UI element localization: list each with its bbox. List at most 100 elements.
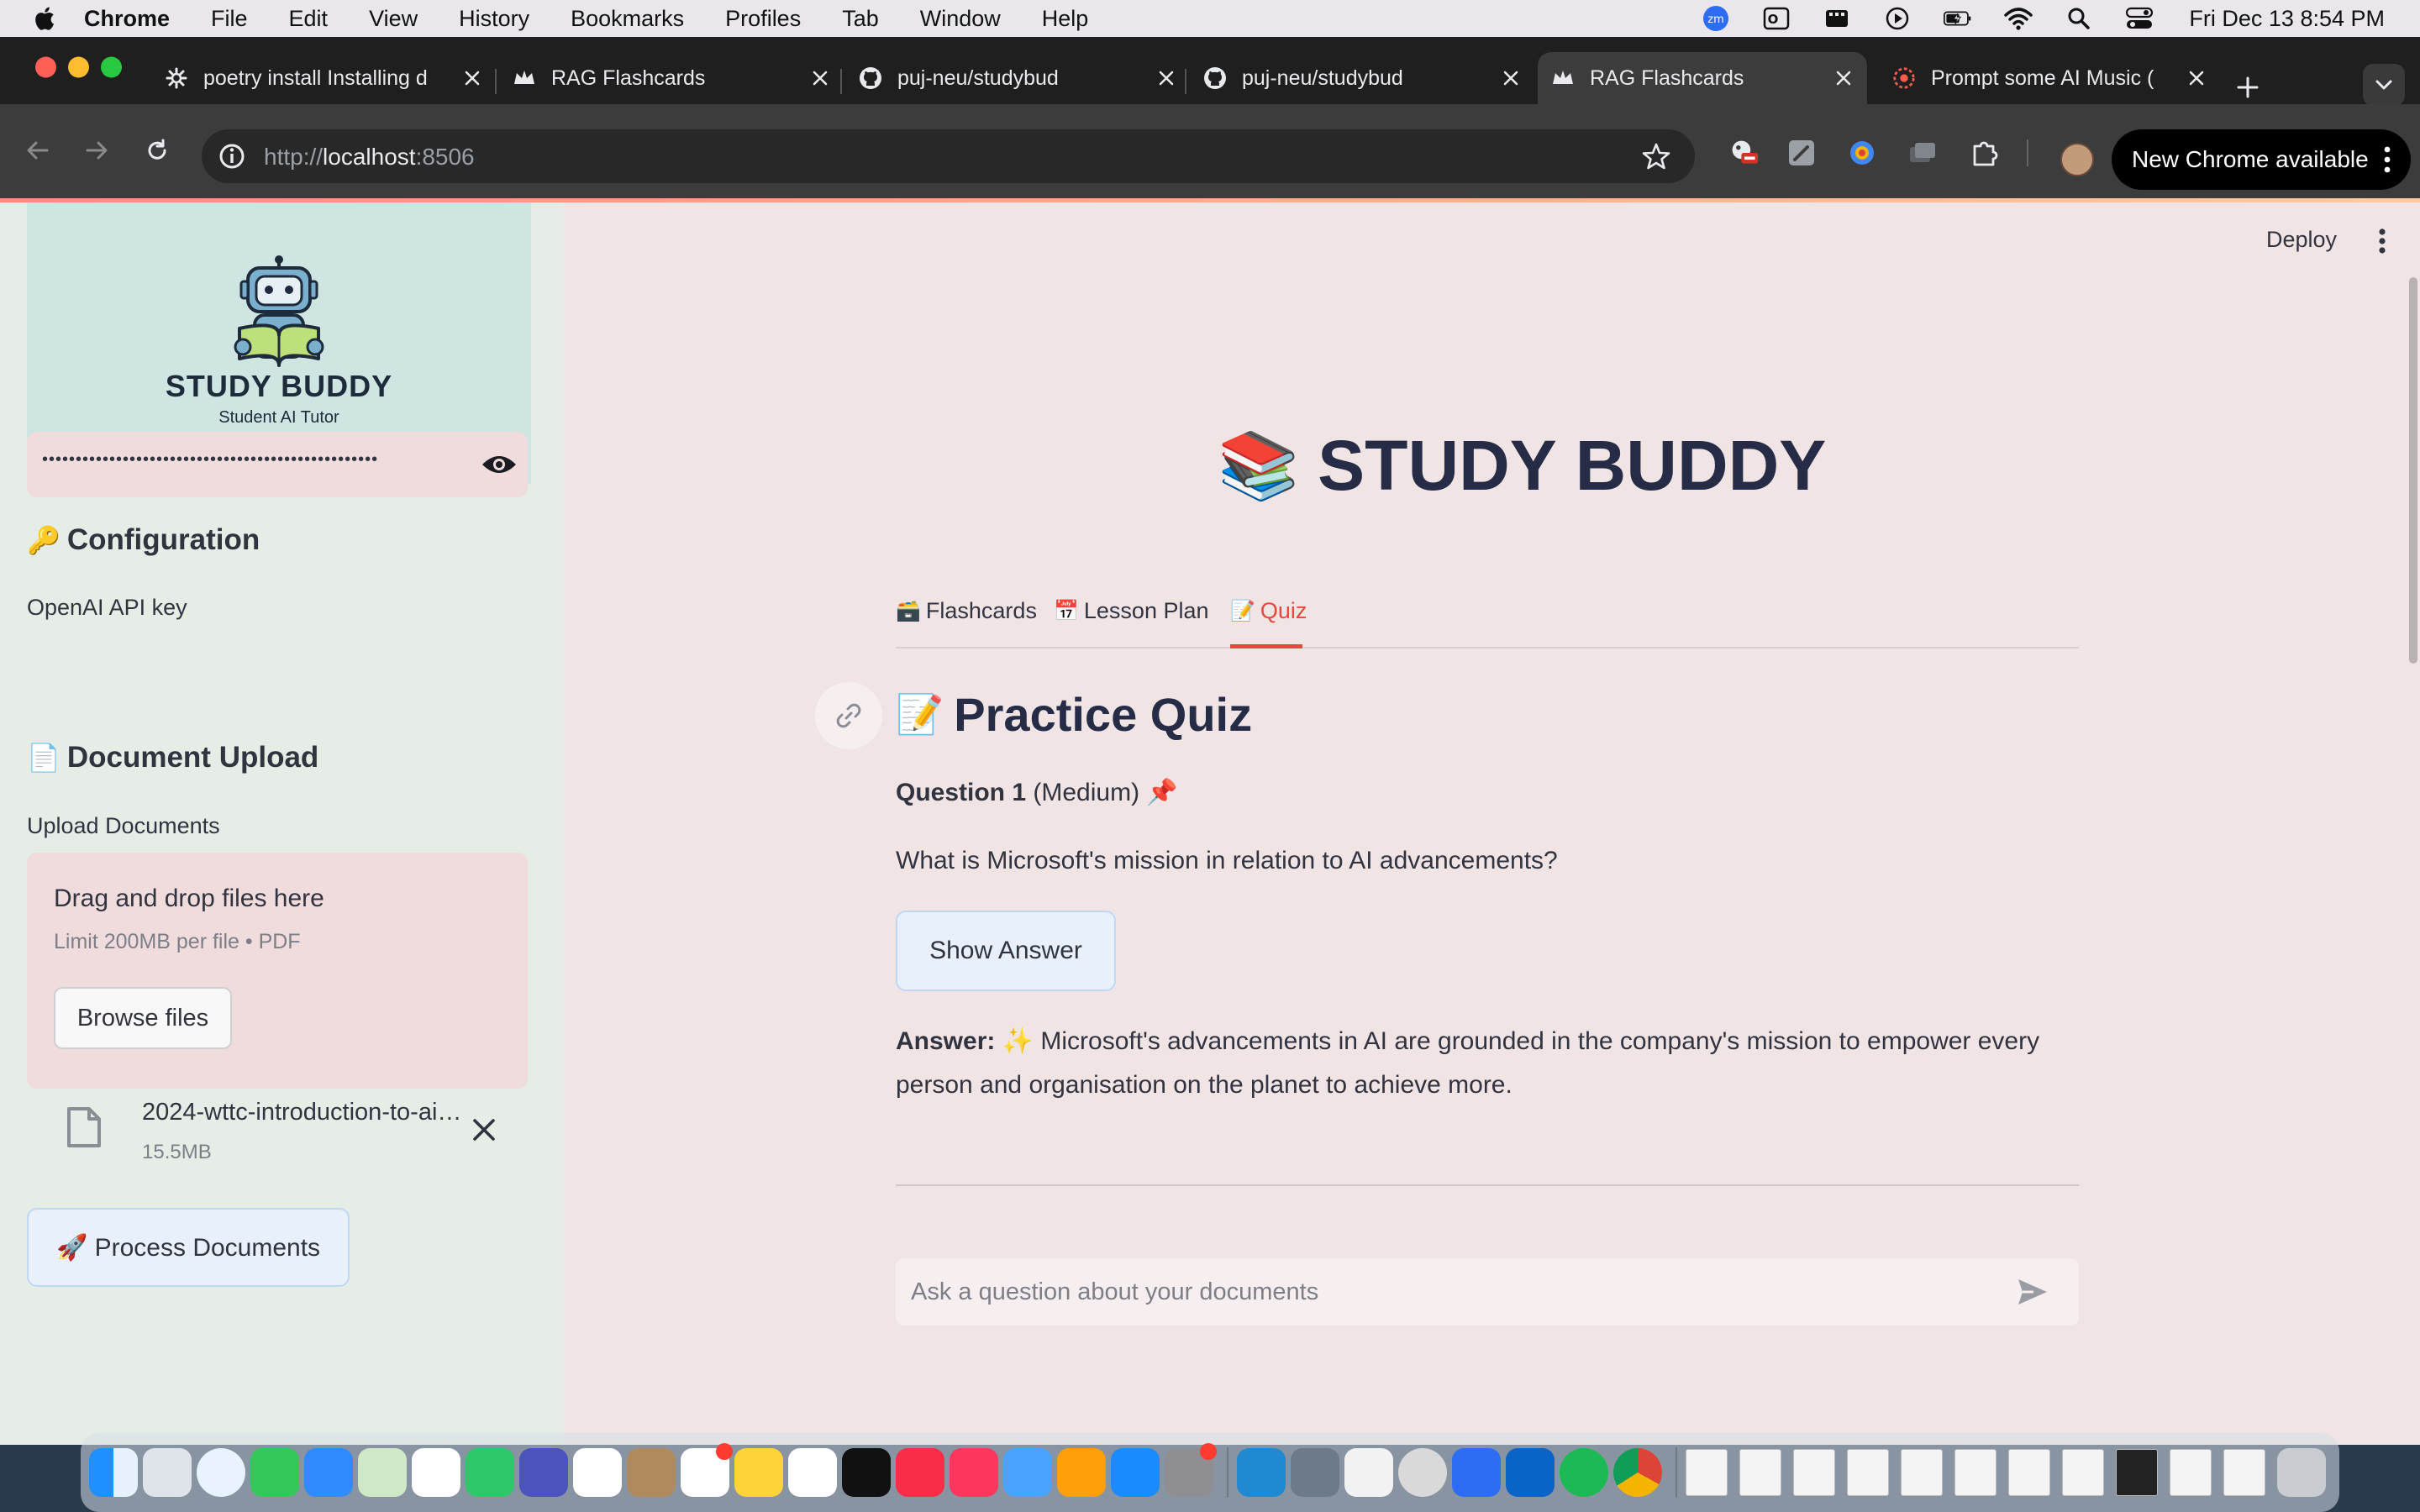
page-scrollbar[interactable] (2409, 277, 2417, 664)
extension-blocker-icon[interactable] (1729, 138, 1760, 168)
vscode-icon[interactable] (1237, 1448, 1286, 1497)
tab-lesson-plan[interactable]: 📅 Lesson Plan (1054, 598, 1209, 624)
menu-history[interactable]: History (459, 6, 529, 32)
close-tab-icon[interactable] (1155, 66, 1178, 90)
menu-app-name[interactable]: Chrome (84, 6, 170, 32)
extension-cards-icon[interactable] (1907, 138, 1938, 168)
dock-document-thumbnail[interactable] (1847, 1449, 1889, 1496)
trash-icon[interactable] (2277, 1448, 2326, 1497)
new-chrome-available-button[interactable]: New Chrome available (2112, 129, 2411, 190)
outlook-app-icon[interactable] (1506, 1448, 1555, 1497)
teams-icon[interactable] (519, 1448, 568, 1497)
battery-icon[interactable] (1944, 6, 1972, 31)
spotlight-search-icon[interactable] (2065, 6, 2093, 31)
contacts-icon[interactable] (627, 1448, 676, 1497)
window-close-button[interactable] (35, 56, 56, 78)
photos-icon[interactable] (412, 1448, 460, 1497)
finder-icon[interactable] (89, 1448, 138, 1497)
window-minimize-button[interactable] (68, 56, 89, 78)
browser-tab-rag-flashcards[interactable]: RAG Flashcards (513, 52, 832, 104)
quicktime-icon[interactable] (1398, 1448, 1447, 1497)
wifi-icon[interactable] (2004, 6, 2033, 31)
menubar-clock[interactable]: Fri Dec 13 8:54 PM (2189, 6, 2385, 32)
textedit-icon[interactable] (1344, 1448, 1393, 1497)
file-dropzone[interactable]: Drag and drop files here Limit 200MB per… (27, 853, 528, 1089)
close-tab-icon[interactable] (1499, 66, 1523, 90)
remove-file-icon[interactable] (470, 1116, 498, 1144)
bookmark-star-icon[interactable] (1641, 141, 1671, 171)
browser-tab-rag-flashcards-active[interactable]: RAG Flashcards (1538, 52, 1867, 104)
send-icon[interactable] (2017, 1277, 2049, 1307)
browser-tab-github-2[interactable]: puj-neu/studybud (1203, 52, 1523, 104)
control-center-icon[interactable] (2125, 6, 2154, 31)
keynote-icon[interactable] (1003, 1448, 1052, 1497)
dock-document-thumbnail[interactable] (1686, 1449, 1728, 1496)
site-info-icon[interactable] (217, 141, 247, 171)
browser-tab-github-1[interactable]: puj-neu/studybud (859, 52, 1178, 104)
dock-document-thumbnail[interactable] (2062, 1449, 2104, 1496)
dock-document-thumbnail[interactable] (2223, 1449, 2265, 1496)
app-store-icon[interactable] (1111, 1448, 1160, 1497)
window-zoom-button[interactable] (101, 56, 122, 78)
extension-pencil-icon[interactable] (1786, 138, 1817, 168)
news-icon[interactable] (950, 1448, 998, 1497)
extension-color-icon[interactable] (1847, 138, 1877, 168)
eye-icon[interactable] (481, 450, 518, 479)
forward-button[interactable] (76, 129, 118, 171)
outlook-status-icon[interactable]: O (1762, 6, 1791, 31)
dock-document-thumbnail[interactable] (1954, 1449, 1996, 1496)
apple-icon[interactable] (32, 5, 55, 32)
back-button[interactable] (17, 129, 59, 171)
close-tab-icon[interactable] (460, 66, 484, 90)
messages-icon[interactable] (250, 1448, 299, 1497)
menu-help[interactable]: Help (1042, 6, 1089, 32)
browser-tab-poetry[interactable]: poetry install Installing d (165, 52, 484, 104)
menu-edit[interactable]: Edit (289, 6, 329, 32)
freeform-icon[interactable] (788, 1448, 837, 1497)
new-tab-button[interactable] (2231, 71, 2265, 104)
tab-quiz[interactable]: 📝 Quiz (1230, 598, 1307, 624)
pages-icon[interactable] (1057, 1448, 1106, 1497)
dock-document-thumbnail[interactable] (2116, 1449, 2158, 1496)
chat-input[interactable] (911, 1258, 2003, 1326)
menu-file[interactable]: File (211, 6, 248, 32)
system-settings-icon[interactable] (1165, 1443, 1217, 1497)
process-documents-button[interactable]: 🚀 Process Documents (27, 1208, 350, 1287)
dock-document-thumbnail[interactable] (1901, 1449, 1943, 1496)
dock-document-thumbnail[interactable] (1793, 1449, 1835, 1496)
reload-button[interactable] (136, 129, 178, 171)
profile-avatar[interactable] (2060, 143, 2094, 176)
tab-search-button[interactable] (2363, 64, 2405, 106)
maps-icon[interactable] (358, 1448, 407, 1497)
browse-files-button[interactable]: Browse files (54, 987, 232, 1049)
play-status-icon[interactable] (1883, 6, 1912, 31)
safari-icon[interactable] (197, 1448, 245, 1497)
heading-anchor-link[interactable] (815, 682, 882, 749)
apple-tv-icon[interactable] (842, 1448, 891, 1497)
menu-profiles[interactable]: Profiles (725, 6, 801, 32)
close-tab-icon[interactable] (808, 66, 832, 90)
dock-document-thumbnail[interactable] (2008, 1449, 2050, 1496)
notes-icon[interactable] (734, 1448, 783, 1497)
mail-icon[interactable] (304, 1448, 353, 1497)
chrome-icon[interactable] (1613, 1448, 1662, 1497)
menu-tab[interactable]: Tab (842, 6, 879, 32)
launchpad-icon[interactable] (143, 1448, 192, 1497)
tab-flashcards[interactable]: 🗃️ Flashcards (896, 598, 1037, 624)
browser-tab-ai-music[interactable]: Prompt some AI Music ( (1892, 52, 2208, 104)
show-answer-button[interactable]: Show Answer (896, 911, 1116, 991)
menu-bookmarks[interactable]: Bookmarks (571, 6, 684, 32)
close-tab-icon[interactable] (1832, 66, 1855, 90)
dock-document-thumbnail[interactable] (1739, 1449, 1781, 1496)
zoom-status-icon[interactable]: zm (1702, 6, 1730, 31)
address-bar[interactable]: http://localhost:8506 (202, 129, 1695, 183)
clapper-status-icon[interactable] (1823, 6, 1851, 31)
api-key-input[interactable]: ••••••••••••••••••••••••••••••••••••••••… (27, 432, 528, 497)
deploy-button[interactable]: Deploy (2266, 227, 2337, 253)
menu-window[interactable]: Window (920, 6, 1001, 32)
main-menu-icon[interactable] (2378, 228, 2386, 254)
facetime-icon[interactable] (466, 1448, 514, 1497)
calendar-app-icon[interactable] (573, 1448, 622, 1497)
dock-document-thumbnail[interactable] (2170, 1449, 2212, 1496)
reminders-icon[interactable] (681, 1443, 733, 1497)
